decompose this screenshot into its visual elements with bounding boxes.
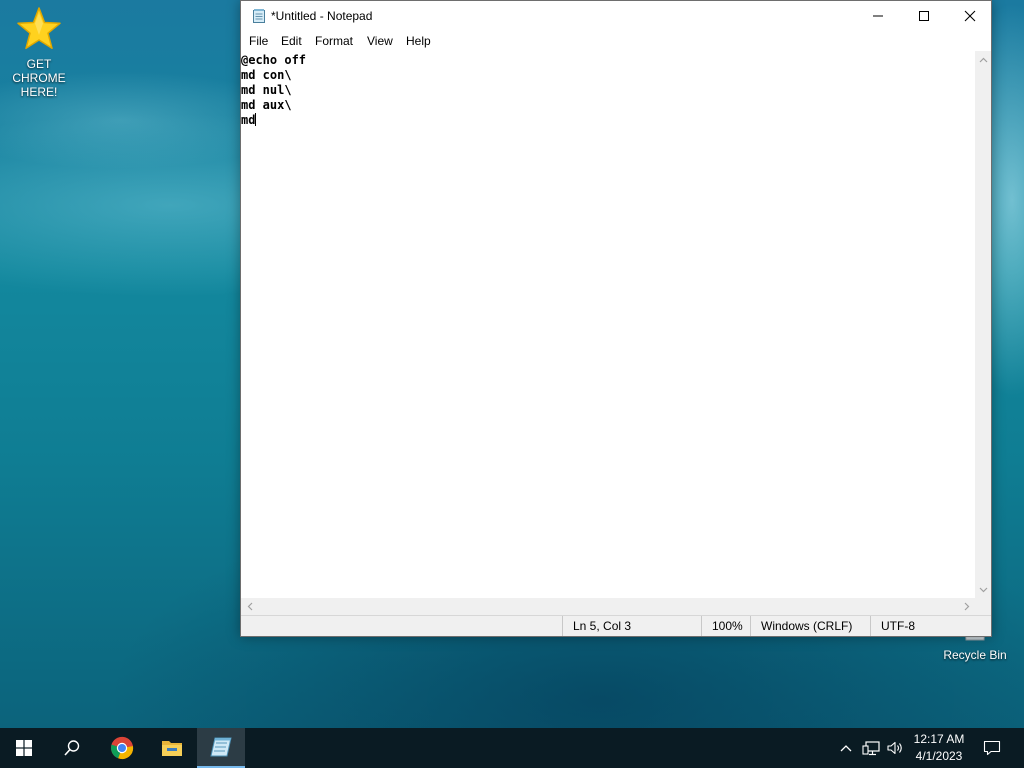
notepad-icon xyxy=(210,737,232,757)
editor-line: md aux\ xyxy=(241,98,292,112)
clock-time: 12:17 AM xyxy=(913,732,965,746)
menu-file[interactable]: File xyxy=(249,34,268,48)
menu-view[interactable]: View xyxy=(367,34,393,48)
text-caret xyxy=(255,113,257,126)
show-hidden-icons-button[interactable] xyxy=(836,728,856,768)
status-line-ending: Windows (CRLF) xyxy=(750,616,870,636)
scrollbar-corner xyxy=(975,598,991,615)
close-button[interactable] xyxy=(947,1,993,31)
close-icon xyxy=(964,10,976,22)
scroll-left-arrow[interactable] xyxy=(241,598,258,615)
status-bar: Ln 5, Col 3 100% Windows (CRLF) UTF-8 xyxy=(241,615,991,636)
vertical-scrollbar[interactable] xyxy=(975,51,991,598)
scroll-up-arrow[interactable] xyxy=(975,51,991,68)
menu-format[interactable]: Format xyxy=(315,34,353,48)
editor-line: md nul\ xyxy=(241,83,292,97)
clock-date: 4/1/2023 xyxy=(915,749,963,763)
start-button[interactable] xyxy=(0,728,48,768)
text-editor[interactable]: @echo off md con\ md nul\ md aux\ md xyxy=(241,51,975,598)
volume-button[interactable] xyxy=(884,728,906,768)
chevron-left-icon xyxy=(247,602,252,611)
search-icon xyxy=(64,740,80,756)
horizontal-scrollbar[interactable] xyxy=(241,598,975,615)
desktop-icon-label: GET CHROME HERE! xyxy=(12,57,66,99)
editor-line-current: md xyxy=(241,113,975,128)
desktop-icon-label: Recycle Bin xyxy=(943,648,1007,662)
maximize-button[interactable] xyxy=(901,1,947,31)
desktop-icon-get-chrome[interactable]: GET CHROME HERE! xyxy=(0,5,78,99)
chevron-down-icon xyxy=(979,587,987,592)
notification-icon xyxy=(983,740,1001,756)
action-center-button[interactable] xyxy=(978,728,1006,768)
start-icon xyxy=(16,740,32,756)
status-zoom: 100% xyxy=(701,616,751,636)
network-button[interactable] xyxy=(860,728,882,768)
taskbar-file-explorer[interactable] xyxy=(148,728,196,768)
taskbar-notepad[interactable] xyxy=(197,728,245,768)
star-icon xyxy=(17,7,61,50)
menu-help[interactable]: Help xyxy=(406,34,431,48)
search-button[interactable] xyxy=(48,728,96,768)
maximize-icon xyxy=(919,11,929,21)
notepad-app-icon[interactable] xyxy=(251,8,267,27)
network-icon xyxy=(862,741,880,756)
scroll-down-arrow[interactable] xyxy=(975,581,991,598)
scroll-right-arrow[interactable] xyxy=(958,598,975,615)
menu-bar: File Edit Format View Help xyxy=(241,31,991,51)
chevron-up-icon xyxy=(979,57,987,62)
menu-edit[interactable]: Edit xyxy=(281,34,302,48)
notepad-window: *Untitled - Notepad File Edit Format Vie… xyxy=(240,0,992,637)
status-cursor-position: Ln 5, Col 3 xyxy=(562,616,702,636)
taskbar-chrome[interactable] xyxy=(98,728,146,768)
desktop: GET CHROME HERE! Recycle Bin *Untitled -… xyxy=(0,0,1024,768)
editor-line-text: md xyxy=(241,113,256,127)
minimize-icon xyxy=(873,15,883,17)
editor-line: @echo off xyxy=(241,53,307,67)
taskbar: 12:17 AM 4/1/2023 xyxy=(0,728,1024,768)
taskbar-clock[interactable]: 12:17 AM 4/1/2023 xyxy=(906,731,972,765)
chevron-right-icon xyxy=(964,602,969,611)
volume-icon xyxy=(887,741,902,755)
chrome-icon xyxy=(111,736,134,760)
chevron-up-icon xyxy=(840,745,852,752)
editor-line: md con\ xyxy=(241,68,292,82)
window-title: *Untitled - Notepad xyxy=(271,9,373,23)
title-bar[interactable]: *Untitled - Notepad xyxy=(241,1,991,31)
file-explorer-icon xyxy=(162,741,182,756)
status-encoding: UTF-8 xyxy=(870,616,991,636)
minimize-button[interactable] xyxy=(855,1,901,31)
